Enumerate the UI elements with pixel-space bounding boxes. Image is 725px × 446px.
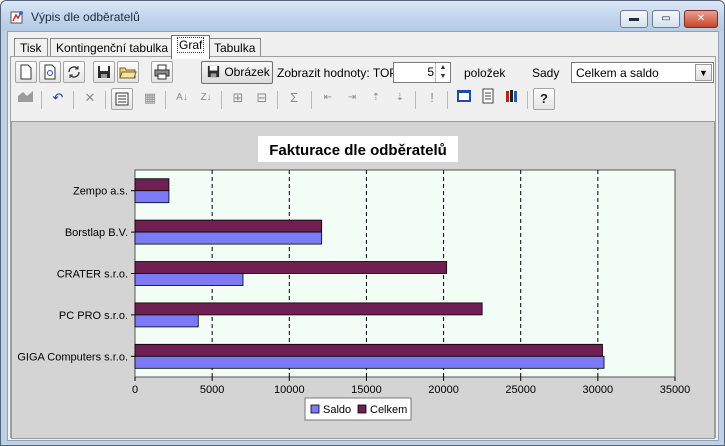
toolbar-separator: [165, 91, 166, 109]
legend: Saldo Celkem: [304, 397, 412, 421]
tab-graf[interactable]: Graf: [171, 35, 211, 59]
sets-label: Sady: [532, 66, 560, 80]
undo-icon[interactable]: ↶: [47, 88, 69, 110]
bar-saldo: [134, 273, 244, 286]
legend-label-saldo: Saldo: [323, 404, 351, 416]
x-tick-label: 35000: [660, 384, 691, 396]
image-button[interactable]: Obrázek: [201, 61, 273, 84]
bar-saldo: [134, 190, 170, 204]
x-tick-label: 15000: [351, 384, 382, 396]
category-label: CRATER s.r.o.: [57, 269, 128, 281]
bar-celkem: [134, 178, 170, 192]
chevron-down-icon[interactable]: ▼: [695, 64, 712, 81]
export-icon[interactable]: [453, 88, 475, 110]
x-tick-label: 0: [132, 384, 138, 396]
items-label: položek: [464, 66, 506, 80]
x-tick-label: 25000: [505, 384, 536, 396]
new-page-icon[interactable]: [15, 61, 37, 83]
move-left-icon[interactable]: ⇤: [317, 88, 339, 110]
save-image-icon: [207, 65, 220, 78]
exclamation-icon[interactable]: !: [421, 88, 443, 110]
sort-descending-icon[interactable]: Z↓: [195, 88, 217, 110]
document-icon[interactable]: [477, 88, 499, 110]
open-folder-icon[interactable]: [117, 61, 139, 83]
bar-saldo: [134, 231, 323, 245]
sets-select[interactable]: Celkem a saldo ▼: [571, 62, 714, 83]
category-label: GIGA Computers s.r.o.: [17, 351, 128, 363]
chart-area: Fakturace dle odběratelů Zempo a.s. Borst…: [11, 121, 715, 439]
print-preview-icon[interactable]: [39, 61, 61, 83]
toolbar-main: Obrázek Zobrazit hodnoty: TOP 5 ▲ ▼ polož…: [11, 59, 715, 85]
library-icon[interactable]: [501, 88, 523, 110]
x-tick-label: 20000: [428, 384, 459, 396]
filter-icon[interactable]: ⊞: [227, 88, 249, 110]
toolbar-separator: [415, 91, 416, 109]
chart-title: Fakturace dle odběratelů: [269, 142, 447, 159]
legend-swatch-celkem: [357, 404, 367, 414]
top-count-stepper[interactable]: 5 ▲ ▼: [393, 62, 451, 83]
tab-tabulka[interactable]: Tabulka: [208, 38, 262, 58]
sum-icon[interactable]: Σ: [283, 88, 305, 110]
toolbar-secondary: ↶ ✕ ▦ A↓ Z↓ ⊞ ⊟ Σ ⇤ ⇥ ⇡ ⇣ ! ?: [11, 87, 715, 113]
window-title: Výpis dle odběratelů: [31, 10, 140, 24]
help-icon[interactable]: ?: [533, 88, 555, 110]
title-bar[interactable]: Výpis dle odběratelů ▬ ▭ ✕: [1, 1, 724, 31]
bar-saldo: [134, 355, 605, 369]
image-button-label: Obrázek: [224, 65, 270, 79]
save-icon[interactable]: [93, 61, 115, 83]
minimize-button[interactable]: ▬: [620, 10, 648, 28]
grid-icon[interactable]: ▦: [139, 88, 161, 110]
toolbar-separator: [41, 91, 42, 109]
maximize-button[interactable]: ▭: [652, 10, 680, 28]
refresh-icon[interactable]: [63, 61, 85, 83]
move-down-icon[interactable]: ⇣: [389, 88, 411, 110]
app-window: Výpis dle odběratelů ▬ ▭ ✕ Tisk Kontinge…: [0, 0, 725, 446]
bar-celkem: [134, 302, 483, 316]
filter-clear-icon[interactable]: ⊟: [251, 88, 273, 110]
x-tick-label: 10000: [274, 384, 305, 396]
x-tick-label: 5000: [200, 384, 224, 396]
toolbar-separator: [221, 91, 222, 109]
app-icon: [10, 11, 23, 24]
tab-kontingencni-tabulka[interactable]: Kontingenční tabulka: [50, 38, 175, 58]
properties-list-icon[interactable]: [111, 88, 133, 110]
toolbar-separator: [277, 91, 278, 109]
bar-celkem: [134, 219, 323, 233]
legend-label-celkem: Celkem: [370, 404, 407, 416]
sort-ascending-icon[interactable]: A↓: [171, 88, 193, 110]
toolbar-separator: [527, 91, 528, 109]
bar-celkem: [134, 343, 603, 357]
move-up-icon[interactable]: ⇡: [365, 88, 387, 110]
toolbar-separator: [105, 91, 106, 109]
category-label: Zempo a.s.: [73, 186, 128, 198]
toolbar-separator: [447, 91, 448, 109]
top-count-value: 5: [427, 65, 434, 79]
bar-celkem: [134, 261, 448, 274]
tab-tisk[interactable]: Tisk: [14, 38, 48, 58]
close-button[interactable]: ✕: [684, 10, 718, 28]
x-tick-label: 30000: [583, 384, 614, 396]
move-right-icon[interactable]: ⇥: [341, 88, 363, 110]
sets-select-value: Celkem a saldo: [576, 66, 659, 80]
top-label: Zobrazit hodnoty: TOP: [277, 66, 398, 80]
stepper-arrows[interactable]: ▲ ▼: [435, 63, 450, 82]
chart-type-icon[interactable]: [15, 88, 37, 110]
bar-saldo: [134, 314, 199, 328]
toolbar-separator: [311, 91, 312, 109]
printer-icon[interactable]: [151, 61, 173, 83]
graph-panel: Obrázek Zobrazit hodnoty: TOP 5 ▲ ▼ polož…: [10, 56, 716, 439]
client-area: Tisk Kontingenční tabulka Graf Tabulka O…: [7, 31, 719, 441]
category-label: PC PRO s.r.o.: [59, 310, 128, 322]
delete-icon[interactable]: ✕: [79, 88, 101, 110]
legend-swatch-saldo: [310, 404, 320, 414]
toolbar-separator: [73, 91, 74, 109]
bar-chart: Fakturace dle odběratelů Zempo a.s. Borst…: [17, 136, 691, 421]
category-label: Borstlap B.V.: [65, 227, 128, 239]
